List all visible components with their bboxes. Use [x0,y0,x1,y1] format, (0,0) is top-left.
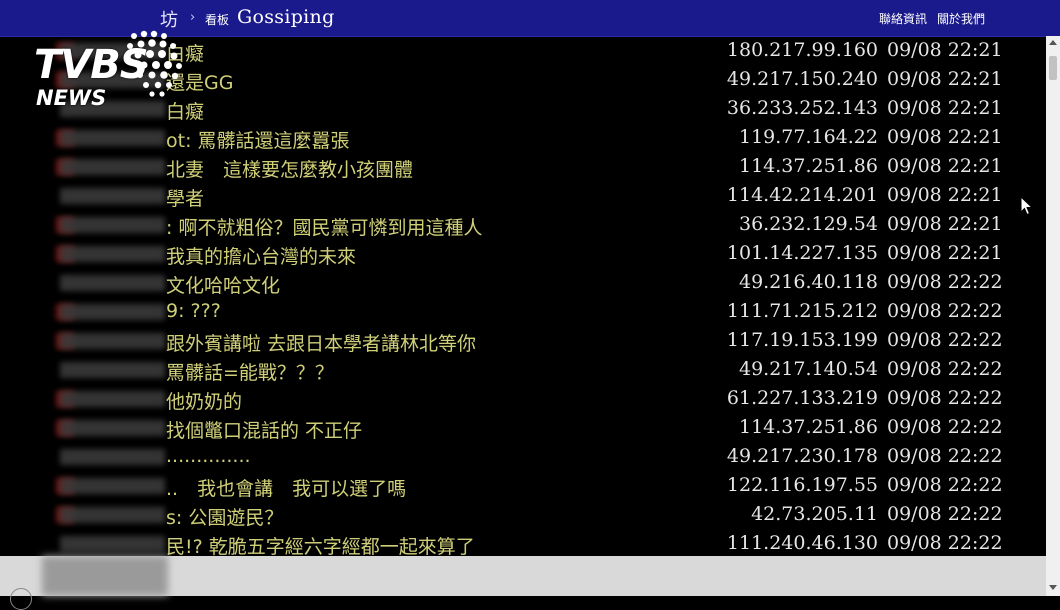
comment-datetime: 09/08 22:22 [887,532,1003,554]
comment-datetime: 09/08 22:21 [887,213,1003,235]
comment-row: 北妻 這樣要怎麼教小孩團體 114.37.251.86 09/08 22:21 [0,152,1046,181]
comment-text: : 啊不就粗俗？國民黨可憐到用這種人 [166,217,483,239]
logo-subtitle: NEWS [36,86,107,110]
comment-row: s: 公園遊民？ 42.73.205.11 09/08 22:22 [0,500,1046,529]
comment-text: 我真的擔心台灣的未來 [166,246,357,268]
blurred-user-id [60,130,165,146]
comment-ip: 36.233.252.143 [726,97,878,119]
comment-datetime: 09/08 22:22 [887,271,1003,293]
comment-datetime: 09/08 22:21 [887,184,1003,206]
comment-row: 罵髒話=能戰？？？ 49.217.140.54 09/08 22:22 [0,355,1046,384]
comment-row: 找個鼈口混話的 不正仔 114.37.251.86 09/08 22:22 [0,413,1046,442]
comment-text: s: 公園遊民？ [166,507,284,529]
tvbs-news-logo: TVBS NEWS [32,28,192,112]
arrow-down-icon[interactable] [1049,585,1057,590]
comment-row: 9: ??? 111.71.215.212 09/08 22:22 [0,297,1046,326]
comment-row: .. 我也會講 我可以選了嗎 122.116.197.55 09/08 22:22 [0,471,1046,500]
blurred-user-id [60,159,165,175]
about-link[interactable]: 關於我們 [937,10,985,27]
circle-icon [10,588,32,610]
comment-datetime: 09/08 22:21 [887,242,1003,264]
comment-datetime: 09/08 22:22 [887,387,1003,409]
blurred-user-id [60,275,165,291]
comment-datetime: 09/08 22:22 [887,358,1003,380]
comment-list: 白癡 180.217.99.160 09/08 22:21 還是GG 49.217.15… [0,36,1046,556]
comment-ip: 114.37.251.86 [738,416,878,438]
comment-text: 跟外賓講啦 去跟日本學者講林北等你 [166,333,477,355]
comment-ip: 61.227.133.219 [726,387,878,409]
comment-row: 我真的擔心台灣的未來 101.14.227.135 09/08 22:21 [0,239,1046,268]
comment-ip: 111.71.215.212 [726,300,878,322]
comment-row: ot: 罵髒話還這麼囂張 119.77.164.22 09/08 22:21 [0,123,1046,152]
comment-ip: 49.217.150.240 [726,68,878,90]
comment-ip: 180.217.99.160 [726,39,878,61]
comment-row: 他奶奶的 61.227.133.219 09/08 22:22 [0,384,1046,413]
comment-text: 他奶奶的 [166,391,243,413]
breadcrumb-separator-icon: › [190,10,196,25]
comment-datetime: 09/08 22:21 [887,97,1003,119]
comment-text: 民!? 乾脆五字經六字經都一起來算了 [166,536,475,556]
comment-row: 學者 114.42.214.201 09/08 22:21 [0,181,1046,210]
vertical-scrollbar[interactable] [1046,36,1060,596]
arrow-up-icon[interactable] [1049,40,1057,45]
comment-ip: 49.217.140.54 [738,358,878,380]
comment-row: .............. 49.217.230.178 09/08 22:22 [0,442,1046,471]
comment-datetime: 09/08 22:22 [887,300,1003,322]
comment-text: 找個鼈口混話的 不正仔 [166,420,363,442]
comment-ip: 101.14.227.135 [726,242,878,264]
comment-text: 北妻 這樣要怎麼教小孩團體 [166,159,414,181]
comment-datetime: 09/08 22:21 [887,126,1003,148]
blurred-user-id [60,478,165,494]
comment-datetime: 09/08 22:21 [887,68,1003,90]
comment-text: 9: ??? [166,300,221,322]
comment-datetime: 09/08 22:22 [887,474,1003,496]
comment-ip: 36.232.129.54 [738,213,878,235]
logo-dots-icon [127,30,182,97]
blurred-user-id [60,217,165,233]
comment-ip: 49.216.40.118 [738,271,878,293]
mouse-pointer-icon [1020,196,1034,216]
comment-ip: 114.37.251.86 [738,155,878,177]
comment-datetime: 09/08 22:22 [887,503,1003,525]
comment-datetime: 09/08 22:22 [887,416,1003,438]
blurred-user-id [60,246,165,262]
scroll-thumb[interactable] [1049,56,1057,80]
comment-text: 學者 [166,188,205,210]
comment-text: .. 我也會講 我可以選了嗎 [166,478,407,500]
comment-text: ot: 罵髒話還這麼囂張 [166,130,350,152]
comment-row: : 啊不就粗俗？國民黨可憐到用這種人 36.232.129.54 09/08 22:… [0,210,1046,239]
blurred-user-id [60,449,165,465]
comment-text: 文化哈哈文化 [166,275,281,297]
comment-ip: 117.19.153.199 [726,329,878,351]
comment-datetime: 09/08 22:21 [887,39,1003,61]
blurred-user-id [60,420,165,436]
board-label: 看板 [205,13,230,27]
comment-row: 文化哈哈文化 49.216.40.118 09/08 22:22 [0,268,1046,297]
comment-ip: 122.116.197.55 [726,474,878,496]
blurred-region [42,556,168,596]
comment-row: 跟外賓講啦 去跟日本學者講林北等你 117.19.153.199 09/08 22:… [0,326,1046,355]
comment-datetime: 09/08 22:22 [887,445,1003,467]
contact-link[interactable]: 聯絡資訊 [879,10,927,27]
board-name-link[interactable]: Gossiping [237,6,335,28]
comment-datetime: 09/08 22:22 [887,329,1003,351]
comment-row: 民!? 乾脆五字經六字經都一起來算了 111.240.46.130 09/08 22… [0,529,1046,556]
comment-ip: 49.217.230.178 [726,445,878,467]
blurred-user-id [60,362,165,378]
comment-text: .............. [166,445,251,467]
blurred-user-id [60,507,165,523]
bottom-bar [0,556,1046,610]
blurred-user-id [60,391,165,407]
blurred-user-id [60,188,165,204]
blurred-user-id [60,333,165,349]
blurred-user-id [60,304,165,320]
comment-datetime: 09/08 22:21 [887,155,1003,177]
nav-links: 聯絡資訊 關於我們 [879,10,985,27]
comment-ip: 114.42.214.201 [726,184,878,206]
comment-text: 罵髒話=能戰？？？ [166,362,334,384]
blurred-user-id [60,536,165,552]
comment-ip: 119.77.164.22 [738,126,878,148]
comment-ip: 111.240.46.130 [726,532,878,554]
comment-ip: 42.73.205.11 [751,503,878,525]
